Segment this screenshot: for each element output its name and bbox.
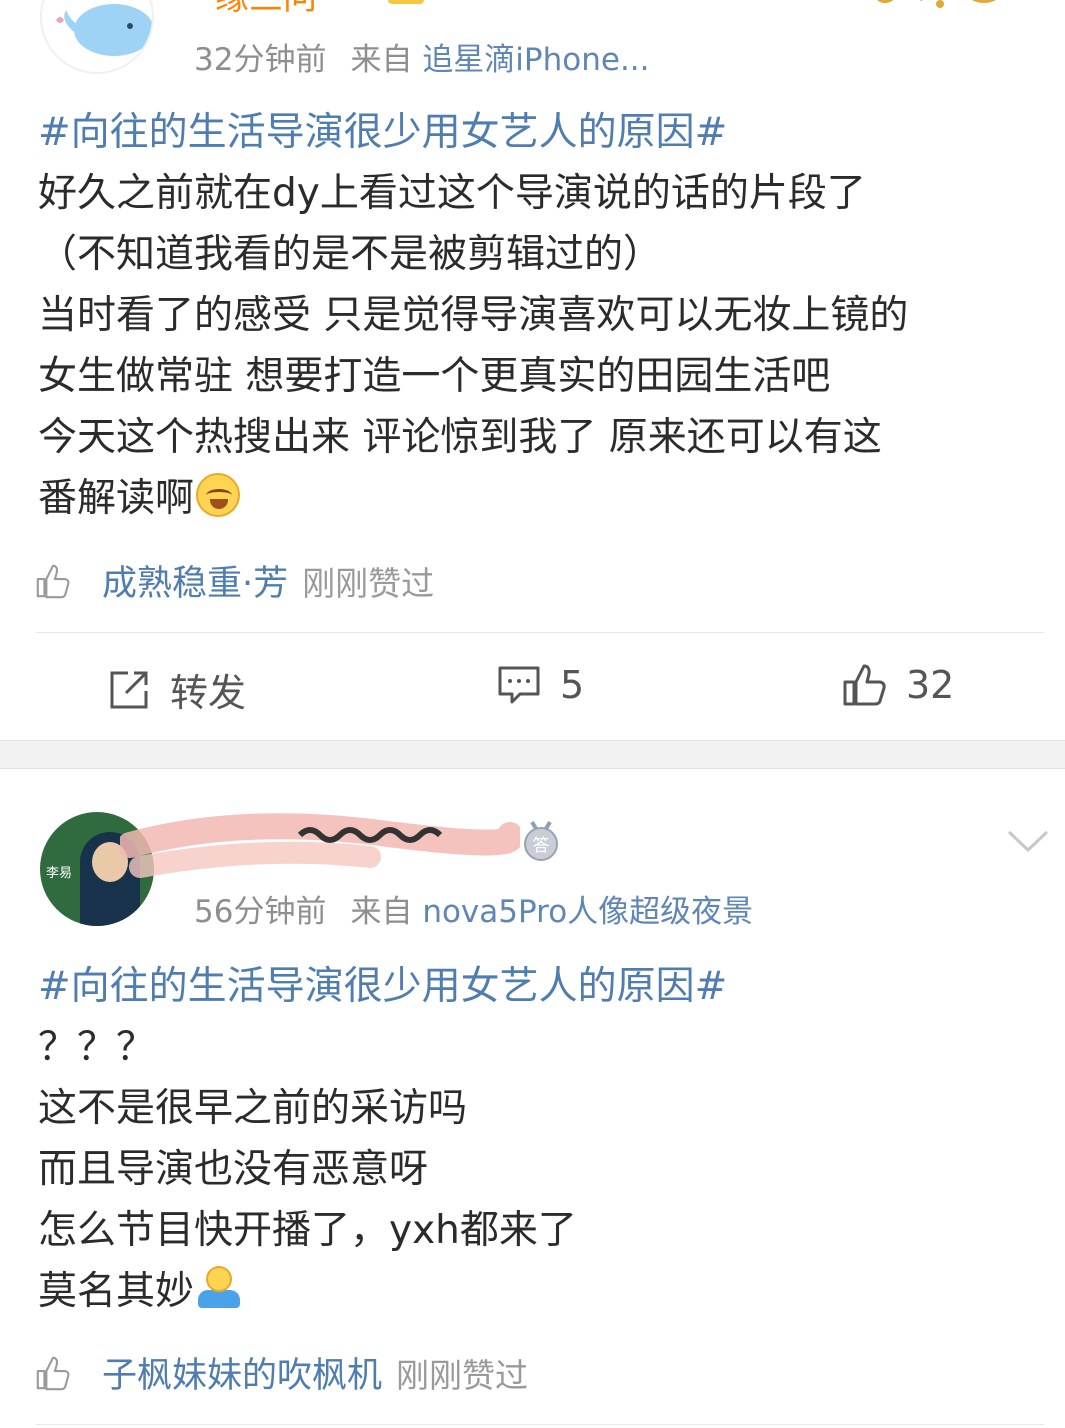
content-line: 这不是很早之前的采访吗 — [38, 1086, 468, 1131]
thumbs-up-icon — [36, 564, 70, 598]
liker-name-link[interactable]: 子枫妹妹的吹枫机 — [102, 1347, 382, 1398]
post-meta: 32分钟前 来自 追星滴iPhone... — [194, 34, 650, 79]
comment-button[interactable]: 5 — [496, 662, 584, 708]
content-line: 今天这个热搜出来 评论惊到我了 原来还可以有这 — [38, 415, 882, 460]
username[interactable]: 缘三问 — [215, 0, 317, 19]
like-count: 32 — [906, 663, 955, 707]
source-prefix: 来自 — [350, 894, 413, 930]
thumbs-up-icon — [843, 664, 886, 706]
chevron-down-icon[interactable] — [1006, 828, 1050, 854]
feed-separator — [0, 740, 1065, 769]
avatar-label: 李易 — [46, 866, 73, 881]
answer-medal-icon: 答 — [524, 820, 558, 861]
redacted-username-scribble — [120, 813, 520, 878]
repost-button[interactable]: 转发 — [106, 662, 246, 717]
content-line: （不知道我看的是不是被剪辑过的） — [38, 232, 663, 277]
thumbs-up-icon — [36, 1356, 70, 1390]
content-line: 而且导演也没有恶意呀 — [38, 1147, 429, 1192]
content-text: 番解读啊 — [38, 476, 195, 521]
content-line: 好久之前就在dy上看过这个导演说的话的片段了 — [38, 171, 866, 216]
shrug-emoji-icon — [196, 1266, 241, 1310]
post-content[interactable]: #向往的生活导演很少用女艺人的原因# 好久之前就在dy上看过这个导演说的话的片段… — [38, 102, 908, 529]
post-time: 56分钟前 — [194, 894, 327, 930]
content-line-last: 莫名其妙 — [38, 1261, 727, 1322]
laugh-cry-emoji-icon — [196, 473, 241, 517]
post-meta: 56分钟前 来自 nova5Pro人像超级夜景 — [194, 886, 753, 931]
medal-text: 答 — [533, 836, 550, 856]
content-line: 女生做常驻 想要打造一个更真实的田园生活吧 — [38, 354, 831, 399]
card-decoration-icon — [877, 0, 997, 8]
liker-name-link[interactable]: 成熟稳重·芳 — [102, 555, 288, 606]
post-source-link[interactable]: 追星滴iPhone... — [422, 42, 649, 78]
content-line: 怎么节目快开播了，yxh都来了 — [38, 1208, 577, 1253]
post-source-link[interactable]: nova5Pro人像超级夜景 — [422, 894, 753, 930]
post-action-bar: 转发 5 32 — [0, 640, 1065, 738]
whale-avatar-icon — [56, 4, 152, 56]
hashtag-link[interactable]: #向往的生活导演很少用女艺人的原因# — [38, 956, 727, 1017]
vip-badge — [388, 0, 424, 4]
source-prefix: 来自 — [350, 42, 413, 78]
weibo-feed: 缘三问 32分钟前来自 追星滴iPhone... #向往的生活导演很少用女艺人的… — [0, 0, 1065, 1428]
avatar[interactable] — [40, 0, 154, 74]
post-time: 32分钟前 — [194, 42, 327, 78]
content-line: 当时看了的感受 只是觉得导演喜欢可以无妆上镜的 — [38, 293, 909, 338]
comment-count: 5 — [560, 663, 585, 707]
post-content[interactable]: #向往的生活导演很少用女艺人的原因# ？？？ 这不是很早之前的采访吗 而且导演也… — [38, 956, 727, 1322]
like-button[interactable]: 32 — [842, 662, 954, 708]
divider — [36, 632, 1044, 633]
content-text: 莫名其妙 — [38, 1269, 195, 1314]
content-line: ？？？ — [38, 1025, 156, 1070]
liked-text: 刚刚赞过 — [302, 563, 435, 603]
liked-by-row[interactable]: 成熟稳重·芳 刚刚赞过 — [34, 555, 434, 606]
liked-text: 刚刚赞过 — [396, 1355, 529, 1395]
comment-icon — [498, 666, 540, 704]
hashtag-link[interactable]: #向往的生活导演很少用女艺人的原因# — [38, 102, 908, 163]
repost-label: 转发 — [170, 671, 247, 715]
divider — [36, 1424, 1044, 1425]
repost-icon — [110, 671, 148, 708]
liked-by-row[interactable]: 子枫妹妹的吹枫机 刚刚赞过 — [34, 1347, 528, 1398]
content-line-last: 番解读啊 — [38, 468, 908, 529]
post-card-1[interactable]: 缘三问 32分钟前来自 追星滴iPhone... #向往的生活导演很少用女艺人的… — [0, 0, 1065, 740]
